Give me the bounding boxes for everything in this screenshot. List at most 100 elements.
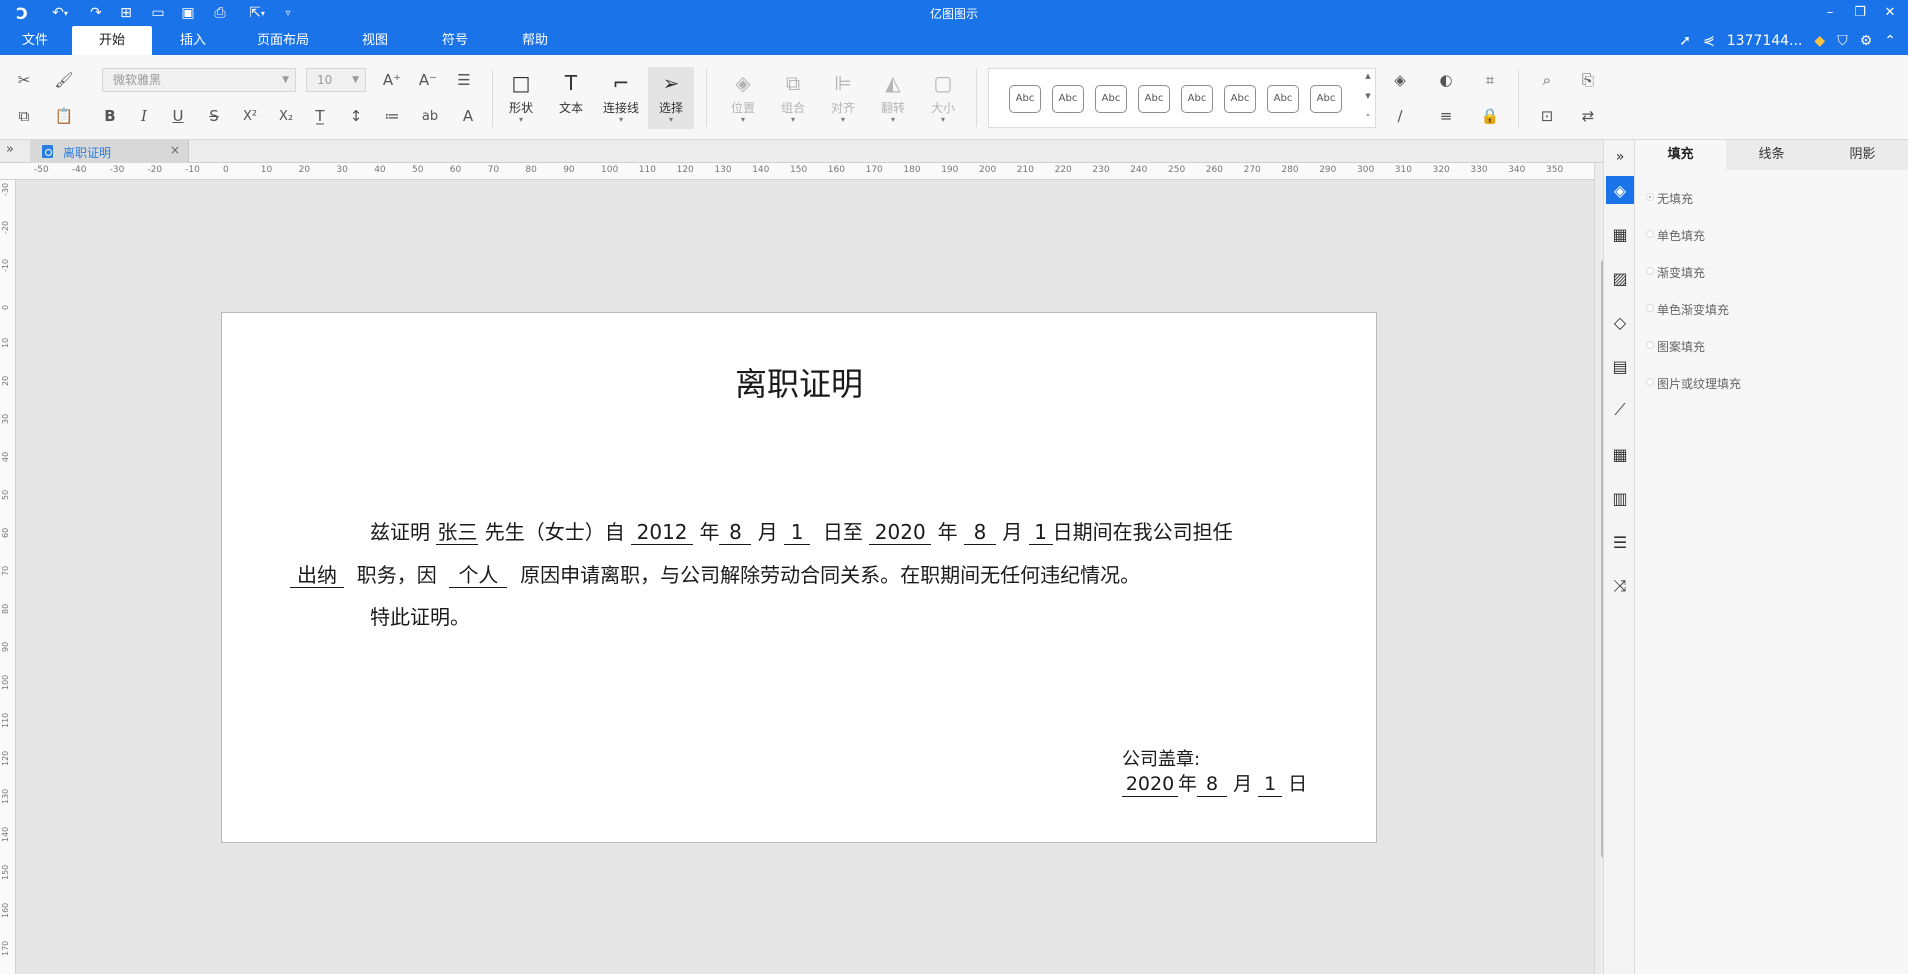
align-button[interactable]: ⊫ 对齐 ▾ <box>820 67 866 129</box>
settings-icon[interactable]: ⚙ <box>1860 33 1873 49</box>
line-style-icon[interactable]: ≡ <box>1434 104 1458 128</box>
search-icon[interactable]: ⌕ <box>1535 68 1559 92</box>
menu-tab-home[interactable]: 开始 <box>72 26 152 55</box>
fill-option-picture[interactable]: 图片或纹理填充 <box>1646 375 1741 392</box>
position-button[interactable]: ◈ 位置 ▾ <box>720 67 766 129</box>
copy-icon[interactable]: ⧉ <box>12 104 36 128</box>
style-swatch[interactable]: Abc <box>1095 85 1127 113</box>
layout-icon[interactable]: ▥ <box>1606 484 1634 512</box>
send-icon[interactable]: ➚ <box>1679 33 1691 49</box>
style-swatch[interactable]: Abc <box>1138 85 1170 113</box>
fill-option-none[interactable]: 无填充 <box>1646 190 1693 207</box>
fit-page-icon[interactable]: ⊡ <box>1535 104 1559 128</box>
effect-icon[interactable]: ◐ <box>1434 68 1458 92</box>
logo-icon[interactable]: Ↄ <box>12 3 32 23</box>
align-icon[interactable]: ☰ <box>452 68 476 92</box>
certificate-line-2[interactable]: 出纳 职务，因 个人 原因申请离职，与公司解除劳动合同关系。在职期间无任何违纪情… <box>290 559 1140 588</box>
shape-tool-button[interactable]: □ 形状 ▾ <box>498 67 544 129</box>
scroll-up-icon[interactable]: ▲ <box>1363 72 1373 80</box>
style-swatch[interactable]: Abc <box>1052 85 1084 113</box>
document-title[interactable]: 离职证明 <box>222 359 1376 405</box>
minimize-icon[interactable]: – <box>1818 3 1842 23</box>
certificate-line-1[interactable]: 兹证明 张三 先生（女士）自 2012 年8 月 1 日至 2020 年 8 月… <box>370 516 1233 545</box>
menu-tab-file[interactable]: 文件 <box>14 26 56 55</box>
fill-option-pattern[interactable]: 图案填充 <box>1646 338 1705 355</box>
line-spacing-icon[interactable]: ↕ <box>344 104 368 128</box>
certificate-line-3[interactable]: 特此证明。 <box>370 601 470 630</box>
company-stamp-label[interactable]: 公司盖章: <box>1122 745 1200 771</box>
format-painter-icon[interactable]: 🖌 <box>52 68 76 92</box>
image-icon[interactable]: ▨ <box>1606 264 1634 292</box>
text-tool-button[interactable]: T 文本 <box>548 67 594 129</box>
text-case-icon[interactable]: ab <box>418 104 442 128</box>
style-swatch[interactable]: Abc <box>1310 85 1342 113</box>
find-replace-icon[interactable]: ⎘ <box>1576 68 1600 92</box>
vip-icon[interactable]: ◆ <box>1814 33 1825 49</box>
skin-icon[interactable]: ⛉ <box>1837 33 1848 49</box>
fill-option-single-gradient[interactable]: 单色渐变填充 <box>1646 301 1729 318</box>
menu-tab-view[interactable]: 视图 <box>354 26 396 55</box>
font-family-select[interactable]: 微软雅黑 ▼ <box>102 68 296 92</box>
decrease-font-icon[interactable]: A⁻ <box>416 68 440 92</box>
connector-tool-button[interactable]: ⌐ 连接线 ▾ <box>598 67 644 129</box>
new-icon[interactable]: ⊞ <box>116 3 136 23</box>
document-page[interactable]: 离职证明 兹证明 张三 先生（女士）自 2012 年8 月 1 日至 2020 … <box>221 312 1377 843</box>
style-swatch[interactable]: Abc <box>1181 85 1213 113</box>
undo-icon[interactable]: ↶ ▾ <box>48 3 72 23</box>
document-tab[interactable]: 离职证明 × <box>30 140 189 163</box>
fill-option-gradient[interactable]: 渐变填充 <box>1646 264 1705 281</box>
line-color-icon[interactable]: ∕ <box>1388 104 1412 128</box>
tab-fill[interactable]: 填充 <box>1635 140 1726 170</box>
subscript-icon[interactable]: X₂ <box>274 104 298 128</box>
select-tool-button[interactable]: ➢ 选择 ▾ <box>648 67 694 129</box>
expand-gallery-icon[interactable]: ⩡ <box>1363 111 1373 120</box>
increase-font-icon[interactable]: A⁺ <box>380 68 404 92</box>
share-icon[interactable]: ⋞ <box>1703 33 1715 49</box>
lock-icon[interactable]: 🔒 <box>1478 104 1502 128</box>
close-window-icon[interactable]: ✕ <box>1878 3 1902 23</box>
style-swatch[interactable]: Abc <box>1267 85 1299 113</box>
font-color-icon[interactable]: A <box>456 104 480 128</box>
style-swatch[interactable]: Abc <box>1224 85 1256 113</box>
scroll-down-icon[interactable]: ▼ <box>1363 92 1373 100</box>
collapse-panel-icon[interactable]: » <box>1606 143 1634 171</box>
tab-shadow[interactable]: 阴影 <box>1817 140 1908 170</box>
save-icon[interactable]: ▣ <box>178 3 198 23</box>
fill-color-icon[interactable]: ◈ <box>1388 68 1412 92</box>
fill-icon[interactable]: ◈ <box>1606 176 1634 204</box>
close-tab-icon[interactable]: × <box>170 143 180 157</box>
more-icon[interactable]: ▿ <box>280 3 296 23</box>
style-swatch[interactable]: Abc <box>1009 85 1041 113</box>
shuffle-icon[interactable]: ⤨ <box>1606 572 1634 600</box>
menu-tab-symbols[interactable]: 符号 <box>434 26 476 55</box>
redo-icon[interactable]: ↷ <box>86 3 106 23</box>
strikethrough-icon[interactable]: S <box>202 104 226 128</box>
text-style-icon[interactable]: ☰ <box>1606 528 1634 556</box>
page-icon[interactable]: ▤ <box>1606 352 1634 380</box>
bullet-list-icon[interactable]: ≔ <box>380 104 404 128</box>
export-icon[interactable]: ⇱ ▾ <box>244 3 270 23</box>
collapse-ribbon-icon[interactable]: ⌃ <box>1884 33 1896 49</box>
menu-tab-insert[interactable]: 插入 <box>172 26 214 55</box>
expand-library-icon[interactable]: » <box>6 142 14 157</box>
open-icon[interactable]: ▭ <box>148 3 168 23</box>
italic-icon[interactable]: I <box>132 104 156 128</box>
size-button[interactable]: ▢ 大小 ▾ <box>920 67 966 129</box>
table-icon[interactable]: ▦ <box>1606 440 1634 468</box>
stamp-date[interactable]: 2020 年 8 月 1 日 <box>1122 769 1307 797</box>
drawing-canvas[interactable]: 离职证明 兹证明 张三 先生（女士）自 2012 年8 月 1 日至 2020 … <box>16 180 1594 974</box>
layers-icon[interactable]: ◇ <box>1606 308 1634 336</box>
print-icon[interactable]: ⎙ <box>210 3 230 23</box>
replace-shape-icon[interactable]: ⇄ <box>1576 104 1600 128</box>
chart-icon[interactable]: ⟋ <box>1606 396 1634 424</box>
underline-icon[interactable]: U <box>166 104 190 128</box>
paste-icon[interactable]: 📋 <box>52 104 76 128</box>
flip-button[interactable]: ◭ 翻转 ▾ <box>870 67 916 129</box>
crop-icon[interactable]: ⌗ <box>1478 68 1502 92</box>
group-button[interactable]: ⧉ 组合 ▾ <box>770 67 816 129</box>
fill-option-solid[interactable]: 单色填充 <box>1646 227 1705 244</box>
menu-tab-help[interactable]: 帮助 <box>514 26 556 55</box>
font-size-select[interactable]: 10 ▼ <box>306 68 366 92</box>
grid-icon[interactable]: ▦ <box>1606 220 1634 248</box>
menu-tab-page-layout[interactable]: 页面布局 <box>250 26 316 55</box>
